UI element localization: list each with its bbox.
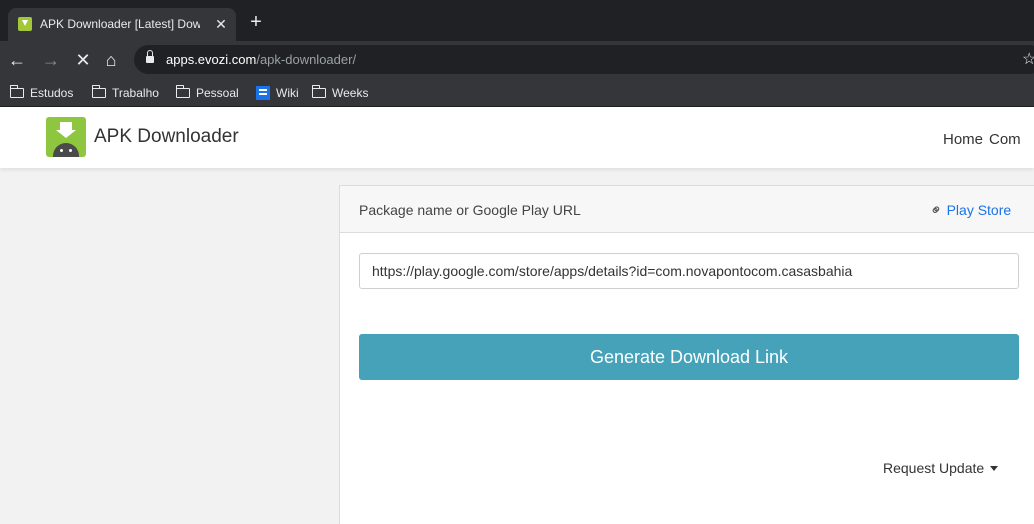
bookmark-trabalho[interactable]: Trabalho: [91, 84, 159, 102]
wiki-icon: [256, 85, 270, 100]
nav-link-com[interactable]: Com: [989, 131, 1021, 148]
forward-icon[interactable]: →: [40, 49, 62, 71]
bookmark-wiki[interactable]: Wiki: [256, 84, 299, 102]
apk-download-card: Package name or Google Play URL ⚭Play St…: [339, 185, 1034, 524]
browser-tab[interactable]: APK Downloader [Latest] Downl ✕: [8, 8, 236, 41]
bookmarks-bar: Estudos Trabalho Pessoal Wiki Weeks: [0, 78, 1034, 107]
bookmark-label: Trabalho: [112, 86, 159, 100]
site-navbar: APK Downloader Home Com: [0, 107, 1034, 168]
bookmark-star-icon[interactable]: ☆: [1022, 49, 1034, 69]
play-store-link[interactable]: ⚭Play Store: [926, 200, 1012, 221]
folder-icon: [91, 84, 106, 98]
url-host: apps.evozi.com: [166, 52, 257, 67]
lock-icon[interactable]: [146, 50, 154, 63]
bookmark-estudos[interactable]: Estudos: [9, 84, 74, 102]
bookmark-label: Weeks: [332, 86, 369, 100]
caret-down-icon: [990, 465, 999, 471]
bookmark-label: Wiki: [276, 86, 299, 100]
stop-icon[interactable]: ✕: [72, 49, 94, 71]
folder-icon: [175, 84, 190, 98]
nav-link-home[interactable]: Home: [943, 131, 983, 148]
brand-name[interactable]: APK Downloader: [94, 126, 239, 148]
bookmark-label: Estudos: [30, 86, 74, 100]
folder-icon: [9, 84, 24, 98]
bookmark-label: Pessoal: [196, 86, 239, 100]
request-update-dropdown[interactable]: Request Update: [883, 460, 999, 476]
apk-downloader-logo-icon[interactable]: [46, 117, 86, 157]
card-header: Package name or Google Play URL ⚭Play St…: [340, 186, 1034, 233]
back-icon[interactable]: ←: [6, 49, 28, 71]
home-icon[interactable]: ⌂: [100, 49, 122, 71]
package-field-label: Package name or Google Play URL: [359, 202, 581, 218]
url-text[interactable]: apps.evozi.com/apk-downloader/: [166, 52, 356, 67]
link-icon: ⚭: [926, 199, 948, 221]
new-tab-icon[interactable]: +: [246, 12, 266, 32]
apk-downloader-favicon-icon: [18, 17, 32, 31]
folder-icon: [311, 84, 326, 98]
bookmark-pessoal[interactable]: Pessoal: [175, 84, 239, 102]
browser-tabstrip: APK Downloader [Latest] Downl ✕ +: [0, 0, 1034, 41]
bookmark-weeks[interactable]: Weeks: [311, 84, 369, 102]
url-path: /apk-downloader/: [256, 52, 357, 67]
play-store-label: Play Store: [946, 202, 1012, 218]
request-update-label: Request Update: [883, 460, 985, 476]
generate-download-link-button[interactable]: Generate Download Link: [359, 334, 1019, 380]
address-bar[interactable]: apps.evozi.com/apk-downloader/ ☆: [134, 45, 1034, 74]
package-url-input[interactable]: [359, 253, 1019, 289]
browser-toolbar: ← → ✕ ⌂ apps.evozi.com/apk-downloader/ ☆: [0, 41, 1034, 78]
tab-title: APK Downloader [Latest] Downl: [40, 17, 200, 31]
close-tab-icon[interactable]: ✕: [212, 15, 230, 33]
